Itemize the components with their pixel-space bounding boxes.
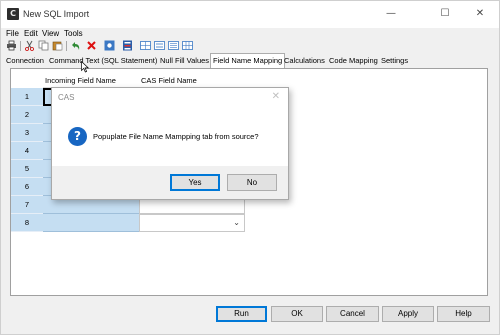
- row-header[interactable]: 1: [11, 88, 43, 106]
- help-button[interactable]: Help: [437, 306, 490, 322]
- row-header[interactable]: 7: [11, 196, 43, 214]
- close-icon[interactable]: ✕: [462, 1, 498, 28]
- app-logo-icon: C: [7, 8, 19, 20]
- apply-button[interactable]: Apply: [382, 306, 434, 322]
- run-button[interactable]: Run: [216, 306, 267, 322]
- settings-icon[interactable]: [104, 40, 115, 51]
- action-buttons: Run OK Cancel Apply Help: [1, 306, 499, 324]
- list-view-icon[interactable]: [168, 40, 179, 51]
- menu-view[interactable]: View: [42, 28, 59, 39]
- tab-settings[interactable]: Settings: [381, 55, 408, 67]
- dialog-body: ? Popuplate File Name Mampping tab from …: [52, 108, 288, 166]
- close-icon[interactable]: ✕: [272, 91, 280, 102]
- grid-corner: [11, 74, 43, 88]
- form-view-icon[interactable]: [154, 40, 165, 51]
- copy-icon[interactable]: [38, 40, 49, 51]
- column-header-cas[interactable]: CAS Field Name: [139, 74, 245, 88]
- chevron-down-icon[interactable]: ⌄: [233, 218, 240, 227]
- row-header[interactable]: 5: [11, 160, 43, 178]
- cas-field-dropdown[interactable]: ⌄: [139, 214, 245, 232]
- confirm-dialog: CAS ✕ ? Popuplate File Name Mampping tab…: [51, 87, 289, 200]
- undo-icon[interactable]: [70, 40, 81, 51]
- incoming-field-cell[interactable]: [43, 214, 139, 232]
- row-header[interactable]: 8: [11, 214, 43, 232]
- toolbar-separator: [20, 41, 21, 51]
- menu-file[interactable]: File: [6, 28, 19, 39]
- toolbar-separator: [66, 41, 67, 51]
- row-header[interactable]: 3: [11, 124, 43, 142]
- grid-view-icon[interactable]: [140, 40, 151, 51]
- table-view-icon[interactable]: [182, 40, 193, 51]
- menu-edit[interactable]: Edit: [24, 28, 38, 39]
- menu-tools[interactable]: Tools: [64, 28, 83, 39]
- tab-field-name-mapping[interactable]: Field Name Mapping: [210, 53, 286, 68]
- tab-bar: Connection Command Text (SQL Statement) …: [1, 53, 499, 68]
- tab-command-text[interactable]: Command Text (SQL Statement): [49, 55, 157, 67]
- window-title: New SQL Import: [23, 9, 90, 19]
- cancel-button[interactable]: Cancel: [326, 306, 379, 322]
- yes-button[interactable]: Yes: [170, 174, 220, 191]
- menu-bar: File Edit View Tools: [1, 28, 499, 39]
- dialog-title: CAS: [58, 93, 75, 102]
- dialog-message: Popuplate File Name Mampping tab from so…: [93, 132, 259, 141]
- toolbar: [1, 39, 499, 53]
- maximize-icon[interactable]: ☐: [427, 1, 463, 28]
- dialog-footer: Yes No: [52, 166, 288, 199]
- row-header[interactable]: 6: [11, 178, 43, 196]
- question-icon: ?: [68, 127, 87, 146]
- mouse-cursor-icon: [81, 61, 89, 73]
- paste-icon[interactable]: [52, 40, 63, 51]
- row-header[interactable]: 4: [11, 142, 43, 160]
- print-icon[interactable]: [6, 40, 17, 51]
- column-header-incoming[interactable]: Incoming Field Name: [43, 74, 139, 88]
- dialog-title-bar: CAS ✕: [52, 88, 288, 108]
- ok-button[interactable]: OK: [271, 306, 323, 322]
- tab-calculations[interactable]: Calculations: [284, 55, 325, 67]
- tab-code-mapping[interactable]: Code Mapping: [329, 55, 378, 67]
- title-bar: C New SQL Import — ☐ ✕: [1, 1, 499, 28]
- import-window: C New SQL Import — ☐ ✕ File Edit View To…: [0, 0, 500, 335]
- tab-null-fill-values[interactable]: Null Fill Values: [160, 55, 209, 67]
- delete-icon[interactable]: [86, 40, 97, 51]
- database-icon[interactable]: [122, 40, 133, 51]
- tab-connection[interactable]: Connection: [6, 55, 44, 67]
- no-button[interactable]: No: [227, 174, 277, 191]
- row-header[interactable]: 2: [11, 106, 43, 124]
- minimize-icon[interactable]: —: [373, 1, 409, 28]
- cut-icon[interactable]: [24, 40, 35, 51]
